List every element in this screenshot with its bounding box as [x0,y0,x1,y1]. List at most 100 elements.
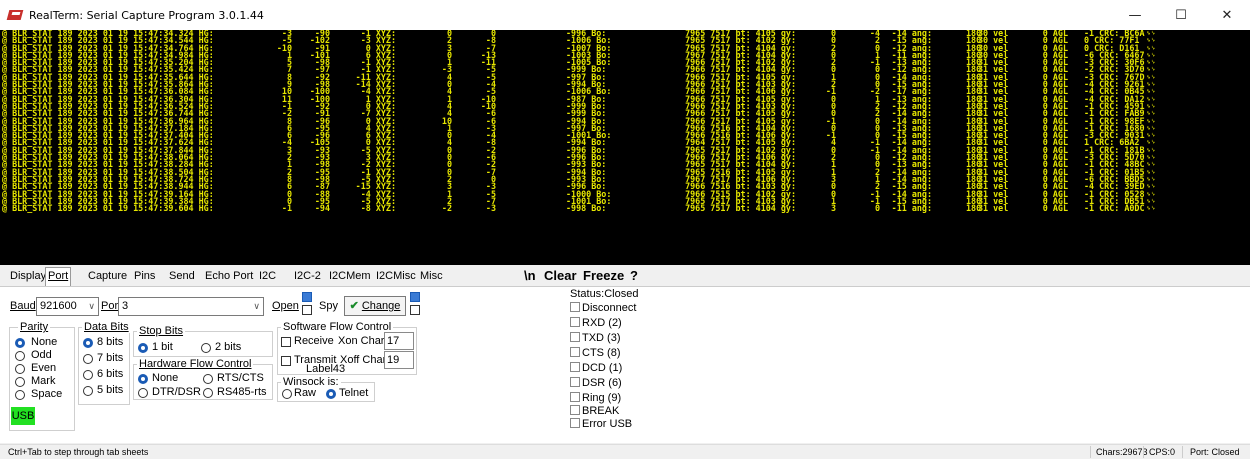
rxd-led [570,317,580,327]
open-checkbox[interactable] [302,292,312,302]
parity-even-radio[interactable] [15,364,25,374]
change-indicator [410,305,420,315]
break-button[interactable]: BREAK [570,405,619,417]
hw-flow-rs485-radio[interactable] [203,388,213,398]
data-bits-7-radio[interactable] [83,354,93,364]
crlf-glyph: ␍␊ [1146,175,1156,183]
crlf-glyph: ␍␊ [1146,88,1156,96]
parity-mark-radio[interactable] [15,377,25,387]
realterm-window: RealTerm: Serial Capture Program 3.0.1.4… [0,0,1250,459]
rxd-indicator: RXD (2) [570,317,622,329]
software-flow-label: Software Flow Control [281,321,394,333]
tab-i2c-2[interactable]: I2C-2 [292,269,323,286]
minimize-button[interactable]: — [1112,0,1158,30]
terminal-line: @ BLR_STAT 189 2023 01 19 15:47:39.604 H… [0,203,1250,214]
tab-misc[interactable]: Misc [418,269,445,286]
tab-i2cmem[interactable]: I2CMem [327,269,373,286]
parity-odd-label: Odd [31,349,52,361]
status-separator [1143,446,1144,458]
tab-send[interactable]: Send [167,269,197,286]
tab-bar: Display Port Capture Pins Send Echo Port… [0,266,1250,286]
tab-i2cmisc[interactable]: I2CMisc [374,269,418,286]
txd-indicator: TXD (3) [570,332,621,344]
port-select[interactable]: 3 ∨ [118,297,264,316]
crlf-glyph: ␍␊ [1146,73,1156,81]
stop-bits-2-label: 2 bits [215,341,242,353]
hw-flow-none-radio[interactable] [138,374,148,384]
xon-label: Xon Char: [338,335,388,347]
help-button[interactable]: ? [630,266,638,286]
app-icon [8,8,24,22]
parity-none-radio[interactable] [15,338,25,348]
data-bits-8-radio[interactable] [83,338,93,348]
data-bits-6-radio[interactable] [83,370,93,380]
terminal-field: 3 [830,203,836,214]
data-bits-5-radio[interactable] [83,386,93,396]
baud-value: 921600 [40,300,77,312]
open-button[interactable]: Open [272,300,299,312]
terminal-field: 31 vel [978,203,1009,214]
ring-label: Ring (9) [582,392,622,404]
status-usb-label: USB [609,418,633,430]
data-bits-label: Data Bits [82,321,131,333]
cts-label: CTS (8) [582,347,621,359]
hw-flow-dtrdsr-radio[interactable] [138,388,148,398]
disconnect-button[interactable]: Disconnect [570,302,636,314]
disconnect-indicator [570,302,580,312]
winsock-telnet-radio[interactable] [326,389,336,399]
crlf-glyph: ␍␊ [1146,37,1156,45]
terminal-field: @ BLR_STAT 189 2023 01 19 15:47:39.604 H… [2,203,214,214]
tab-display[interactable]: Display [8,269,48,286]
port-value: 3 [122,300,129,312]
data-bits-7-label: 7 bits [97,352,124,364]
error-indicator: Error USB [570,418,632,430]
dsr-led [570,377,580,387]
spy-button[interactable]: Spy [319,300,338,312]
tab-i2c[interactable]: I2C [257,269,278,286]
terminal-field: -94 [314,203,330,214]
cts-indicator: CTS (8) [570,347,621,359]
winsock-raw-radio[interactable] [282,389,292,399]
change-checkbox[interactable] [410,292,420,302]
status-bar: Ctrl+Tab to step through tab sheets Char… [0,444,1250,459]
dsr-indicator: DSR (6) [570,377,622,389]
xoff-char-input[interactable]: 19 [384,351,414,369]
close-button[interactable]: ✕ [1204,0,1250,30]
stop-bits-1-radio[interactable] [138,343,148,353]
parity-mark-label: Mark [31,375,56,387]
baud-select[interactable]: 921600 ∨ [36,297,99,316]
hw-flow-rtscts-radio[interactable] [203,374,213,384]
tab-port[interactable]: Port [45,267,72,286]
tab-pins[interactable]: Pins [132,269,157,286]
parity-odd-radio[interactable] [15,351,25,361]
hw-flow-dtrdsr-label: DTR/DSR [152,386,201,398]
xon-char-input[interactable]: 17 [384,332,414,350]
receive-checkbox[interactable] [281,337,291,347]
parity-space-radio[interactable] [15,390,25,400]
newline-button[interactable]: \n [524,266,536,286]
tab-capture[interactable]: Capture [86,269,129,286]
clear-button[interactable]: Clear [544,266,577,286]
status-chars: Chars:29673 [1096,447,1148,457]
terminal-field: -2 [441,203,452,214]
txd-label: TXD (3) [582,332,621,344]
dcd-label: DCD (1) [582,362,623,374]
status-hint: Ctrl+Tab to step through tab sheets [8,447,149,457]
crlf-glyph: ␍␊ [1146,95,1156,103]
change-button[interactable]: ✔ Change [344,296,406,316]
usb-indicator: USB [11,407,35,425]
crlf-glyph: ␍␊ [1146,117,1156,125]
maximize-button[interactable]: ☐ [1158,0,1204,30]
tab-echo-port[interactable]: Echo Port [203,269,255,286]
status-panel: Status:Closed Disconnect RXD (2) TXD (3)… [564,288,638,440]
stop-bits-1-label: 1 bit [152,341,173,353]
winsock-raw-label: Raw [294,387,317,399]
crlf-glyph: ␍␊ [1146,161,1156,169]
transmit-checkbox[interactable] [281,356,291,366]
terminal-field: 7965 7517 bt: 4104 gy: [685,203,796,214]
crlf-glyph: ␍␊ [1146,154,1156,162]
winsock-telnet-label: Telnet [339,387,369,399]
terminal-output[interactable]: @ BLR_STAT 189 2023 01 19 15:47:34.324 H… [0,30,1250,265]
freeze-button[interactable]: Freeze [583,266,624,286]
stop-bits-2-radio[interactable] [201,343,211,353]
